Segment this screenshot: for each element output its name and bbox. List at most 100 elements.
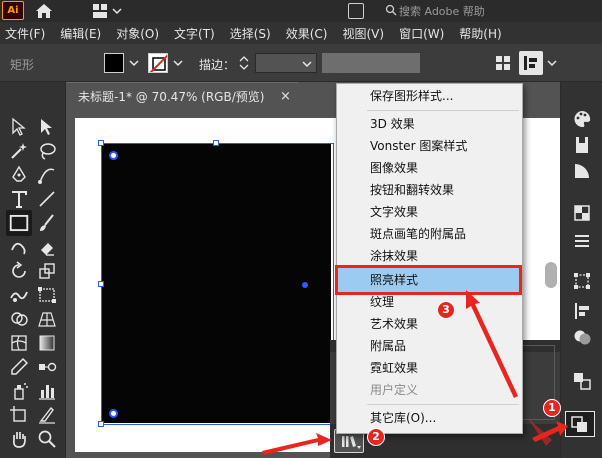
document-icon[interactable] (348, 3, 364, 19)
resize-handle-top-middle[interactable] (213, 140, 219, 146)
callout-badge-1: 1 (543, 399, 561, 417)
menu-item-other-library[interactable]: 其它库(O)... (337, 407, 522, 429)
rectangle-tool-icon[interactable] (6, 210, 32, 236)
properties-icon[interactable] (571, 134, 593, 156)
menu-item-vonster-patterns[interactable]: Vonster 图案样式 (337, 135, 522, 157)
stroke-weight-field[interactable] (255, 53, 317, 73)
menu-help[interactable]: 帮助(H) (456, 25, 504, 42)
direct-selection-tool-icon[interactable] (36, 116, 58, 138)
title-bar (0, 0, 602, 22)
home-icon[interactable] (34, 2, 54, 20)
magic-wand-tool-icon[interactable] (8, 140, 30, 162)
illustrator-logo: Ai (2, 1, 24, 20)
line-tool-icon[interactable] (36, 188, 58, 210)
column-graph-tool-icon[interactable] (36, 380, 58, 402)
shape-type-label: 矩形 (10, 58, 35, 72)
menu-view[interactable]: 视图(V) (339, 25, 387, 42)
menu-item-user-defined-label: 用户定义 (370, 383, 419, 397)
shaper-tool-icon[interactable] (8, 236, 30, 258)
menu-type[interactable]: 文字(T) (171, 25, 218, 42)
align-dropdown-chevron-icon[interactable] (546, 57, 558, 69)
menu-item-image-effects[interactable]: 图像效果 (337, 157, 522, 179)
stroke-dropdown-chevron-icon[interactable] (172, 57, 184, 69)
menu-select[interactable]: 选择(S) (227, 25, 274, 42)
menu-file[interactable]: 文件(F) (2, 25, 48, 42)
pathfinder-icon[interactable] (571, 326, 593, 348)
vertical-scrollbar-thumb[interactable] (545, 262, 557, 288)
resize-handle-middle-left[interactable] (98, 281, 104, 287)
center-point (302, 282, 308, 288)
zoom-tool-icon[interactable] (36, 428, 58, 450)
menu-item-additive[interactable]: 附属品 (337, 335, 522, 357)
artboard-tool-icon[interactable] (8, 404, 30, 426)
menu-item-textures[interactable]: 纹理 (337, 291, 522, 313)
graphic-styles-panel-icon[interactable] (565, 411, 595, 437)
menu-item-user-defined[interactable]: 用户定义 › (337, 379, 522, 401)
align-button[interactable] (519, 51, 543, 75)
pen-tool-icon[interactable] (8, 164, 30, 186)
menu-window[interactable]: 窗口(W) (396, 25, 447, 42)
menu-item-scribble-effects[interactable]: 涂抹效果 (337, 245, 522, 267)
chevron-down-icon (302, 61, 312, 68)
menu-item-3d-effects[interactable]: 3D 效果 (337, 113, 522, 135)
eraser-tool-icon[interactable] (36, 236, 58, 258)
menu-effect[interactable]: 效果(C) (283, 25, 331, 42)
warp-tool-icon[interactable] (8, 284, 30, 306)
curvature-tool-icon[interactable] (36, 164, 58, 186)
gradient-tool-icon[interactable] (36, 332, 58, 354)
grid-icon[interactable] (496, 56, 510, 70)
corner-radius-widget-bottom-left[interactable] (109, 409, 118, 418)
menu-separator (367, 404, 519, 405)
style-field[interactable] (322, 53, 420, 73)
lasso-tool-icon[interactable] (36, 140, 58, 162)
help-search[interactable]: 搜索 Adobe 帮助 (383, 2, 493, 20)
menu-separator (367, 110, 519, 111)
gradient-panel-icon[interactable] (571, 160, 593, 182)
scale-tool-icon[interactable] (36, 260, 58, 282)
rotate-tool-icon[interactable] (8, 260, 30, 282)
corner-radius-widget-top-left[interactable] (109, 151, 118, 160)
paintbrush-tool-icon[interactable] (36, 212, 58, 234)
transparency-panel-icon[interactable] (571, 202, 593, 224)
menu-edit[interactable]: 编辑(E) (57, 25, 104, 42)
fill-color-swatch[interactable] (104, 53, 124, 73)
blend-tool-icon[interactable] (36, 356, 58, 378)
submenu-arrow-icon: › (509, 383, 514, 396)
transform-panel-icon[interactable] (571, 270, 593, 292)
shape-builder-tool-icon[interactable] (8, 308, 30, 330)
callout-badge-2: 2 (367, 428, 385, 446)
menu-object[interactable]: 对象(O) (113, 25, 162, 42)
right-panel-dock (560, 82, 602, 458)
menu-item-illuminate-styles[interactable]: 照亮样式 (337, 269, 522, 291)
fill-dropdown-chevron-icon[interactable] (128, 57, 140, 69)
close-icon[interactable]: × (280, 89, 291, 104)
document-tab-title: 未标题-1* @ 70.47% (RGB/预览) (78, 90, 265, 104)
menu-item-save-graphic-styles[interactable]: 保存图形样式... (337, 85, 522, 107)
menu-item-button-rollover-effects[interactable]: 按钮和翻转效果 (337, 179, 522, 201)
mesh-tool-icon[interactable] (8, 332, 30, 354)
menu-item-blob-brush-extras[interactable]: 斑点画笔的附属品 (337, 223, 522, 245)
tools-panel (0, 82, 66, 458)
selection-tool-icon[interactable] (8, 116, 30, 138)
artboards-panel-icon[interactable] (571, 370, 593, 392)
perspective-grid-tool-icon[interactable] (36, 308, 58, 330)
resize-handle-top-left[interactable] (98, 140, 104, 146)
color-palette-icon[interactable] (571, 108, 593, 130)
eyedropper-tool-icon[interactable] (8, 356, 30, 378)
menu-item-type-effects[interactable]: 文字效果 (337, 201, 522, 223)
selection-bounding-box (101, 143, 334, 425)
workspace-switcher-icon[interactable] (92, 3, 122, 19)
align-panel-icon[interactable] (571, 300, 593, 322)
free-transform-tool-icon[interactable] (36, 284, 58, 306)
menu-item-artistic-effects[interactable]: 艺术效果 (337, 313, 522, 335)
menu-item-neon-effects[interactable]: 霓虹效果 (337, 357, 522, 379)
layers-menu-icon[interactable] (571, 230, 593, 252)
resize-handle-bottom-left[interactable] (98, 421, 104, 427)
stroke-color-swatch[interactable] (148, 53, 168, 73)
symbol-sprayer-tool-icon[interactable] (8, 380, 30, 402)
type-tool-icon[interactable] (8, 188, 30, 210)
callout-badge-3: 3 (437, 301, 455, 319)
stroke-weight-spinner[interactable] (236, 53, 252, 73)
slice-tool-icon[interactable] (36, 404, 58, 426)
hand-tool-icon[interactable] (8, 428, 30, 450)
